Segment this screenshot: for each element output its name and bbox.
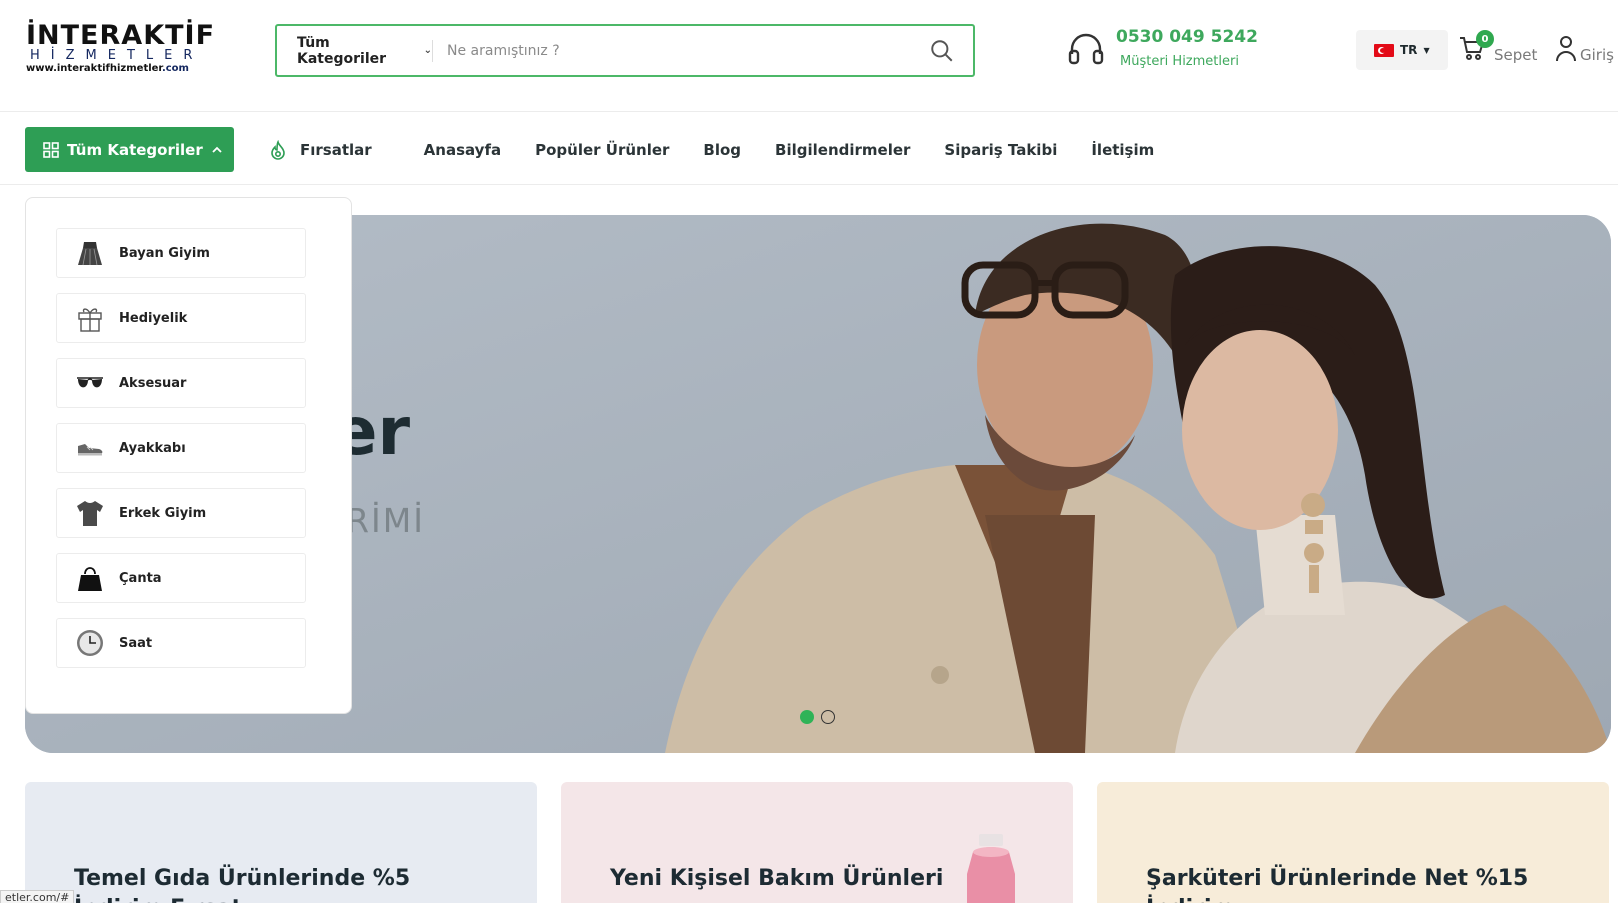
user-icon xyxy=(1556,36,1576,62)
logo-main-text: İNTERAKTİF xyxy=(26,20,216,51)
logo-url-main: interaktifhizmetler xyxy=(56,63,162,74)
category-item-shoes[interactable]: Ayakkabı xyxy=(56,423,306,473)
category-label: Aksesuar xyxy=(119,375,187,391)
chevron-down-icon: ⌄ xyxy=(423,45,432,56)
sunglasses-icon xyxy=(77,377,103,388)
search-input[interactable] xyxy=(433,35,913,66)
category-item-women[interactable]: Bayan Giyim xyxy=(56,228,306,278)
language-selector[interactable]: TR ▼ xyxy=(1356,30,1448,70)
category-item-men[interactable]: Erkek Giyim xyxy=(56,488,306,538)
all-categories-label: Tüm Kategoriler xyxy=(67,140,203,159)
chevron-up-icon xyxy=(212,146,222,153)
promo-title: Şarküteri Ürünlerinde Net %15 İndirim xyxy=(1146,866,1529,903)
category-label: Saat xyxy=(119,635,153,651)
category-item-accessories[interactable]: Aksesuar xyxy=(56,358,306,408)
all-categories-button[interactable]: Tüm Kategoriler xyxy=(25,127,234,172)
caret-down-icon: ▼ xyxy=(1423,45,1430,55)
category-item-bags[interactable]: Çanta xyxy=(56,553,306,603)
customer-support[interactable]: 0530 049 5242 Müşteri Hizmetleri xyxy=(1066,26,1258,76)
nav-item-blog[interactable]: Blog xyxy=(703,141,741,159)
login-button[interactable]: Giriş xyxy=(1554,34,1614,64)
logo-url-prefix: www. xyxy=(26,63,57,74)
search-category-label: Tüm Kategoriler xyxy=(297,34,387,67)
cart-count-badge: 0 xyxy=(1476,30,1494,48)
nav-item-home[interactable]: Anasayfa xyxy=(424,141,501,159)
clock-icon xyxy=(77,630,103,656)
category-dropdown: Bayan Giyim Hediyelik Aksesuar Ayakkabı … xyxy=(25,197,352,714)
slider-dot-1[interactable] xyxy=(800,710,814,724)
promo-card-food[interactable]: Temel Gıda Ürünlerinde %5 İndirim Fırsat… xyxy=(25,782,537,903)
logo-url-suffix: .com xyxy=(161,63,189,74)
category-label: Bayan Giyim xyxy=(119,245,210,261)
bottle-image xyxy=(967,834,1015,903)
shoe-icon xyxy=(78,444,103,456)
category-label: Erkek Giyim xyxy=(119,505,207,521)
tshirt-icon xyxy=(77,501,103,526)
status-bar-url: etler.com/# xyxy=(0,890,75,903)
category-item-gifts[interactable]: Hediyelik xyxy=(56,293,306,343)
nav-item-popular[interactable]: Popüler Ürünler xyxy=(535,141,669,159)
bag-icon xyxy=(78,567,102,591)
skirt-icon xyxy=(78,242,102,266)
support-phone[interactable]: 0530 049 5242 xyxy=(1116,26,1258,48)
logo-url-text: www.interaktifhizmetler.com xyxy=(26,63,206,75)
gift-icon xyxy=(78,308,102,332)
search-bar: Tüm Kategoriler ⌄ xyxy=(275,24,975,77)
nav-item-deals[interactable]: Fırsatlar xyxy=(268,139,372,160)
cart-button[interactable]: 0 Sepet xyxy=(1458,30,1538,64)
promo-card-deli[interactable]: Şarküteri Ürünlerinde Net %15 İndirim xyxy=(1097,782,1609,903)
language-code: TR xyxy=(1400,43,1418,57)
login-label: Giriş xyxy=(1580,46,1614,64)
main-nav: Tüm Kategoriler Fırsatlar Anasayfa Popül… xyxy=(0,113,1618,185)
site-header: İNTERAKTİF HİZMETLER www.interaktifhizme… xyxy=(0,0,1618,112)
search-category-select[interactable]: Tüm Kategoriler ⌄ xyxy=(277,35,433,67)
slider-dot-2[interactable] xyxy=(821,710,835,724)
cart-icon-wrap: 0 xyxy=(1458,30,1494,62)
category-item-watches[interactable]: Saat xyxy=(56,618,306,668)
slider-dots xyxy=(800,710,842,724)
category-label: Hediyelik xyxy=(119,310,188,326)
search-icon[interactable] xyxy=(929,38,955,64)
support-label: Müşteri Hizmetleri xyxy=(1120,54,1239,69)
turkey-flag-icon xyxy=(1374,43,1394,57)
site-logo[interactable]: İNTERAKTİF HİZMETLER www.interaktifhizme… xyxy=(26,20,216,78)
nav-item-contact[interactable]: İletişim xyxy=(1091,141,1154,159)
fire-icon xyxy=(271,139,285,160)
nav-item-order-tracking[interactable]: Sipariş Takibi xyxy=(944,141,1057,159)
promo-card-personal-care[interactable]: Yeni Kişisel Bakım Ürünleri xyxy=(561,782,1073,903)
cart-label: Sepet xyxy=(1494,46,1538,64)
nav-item-info[interactable]: Bilgilendirmeler xyxy=(775,141,910,159)
nav-links: Fırsatlar Anasayfa Popüler Ürünler Blog … xyxy=(268,127,1188,172)
headset-icon xyxy=(1068,33,1104,65)
nav-item-label: Fırsatlar xyxy=(300,140,372,159)
category-label: Çanta xyxy=(119,570,162,586)
grid-icon xyxy=(43,141,59,158)
logo-sub-text: HİZMETLER xyxy=(30,48,204,63)
category-label: Ayakkabı xyxy=(119,440,186,456)
promo-title: Temel Gıda Ürünlerinde %5 İndirim Fırsat… xyxy=(74,866,411,903)
